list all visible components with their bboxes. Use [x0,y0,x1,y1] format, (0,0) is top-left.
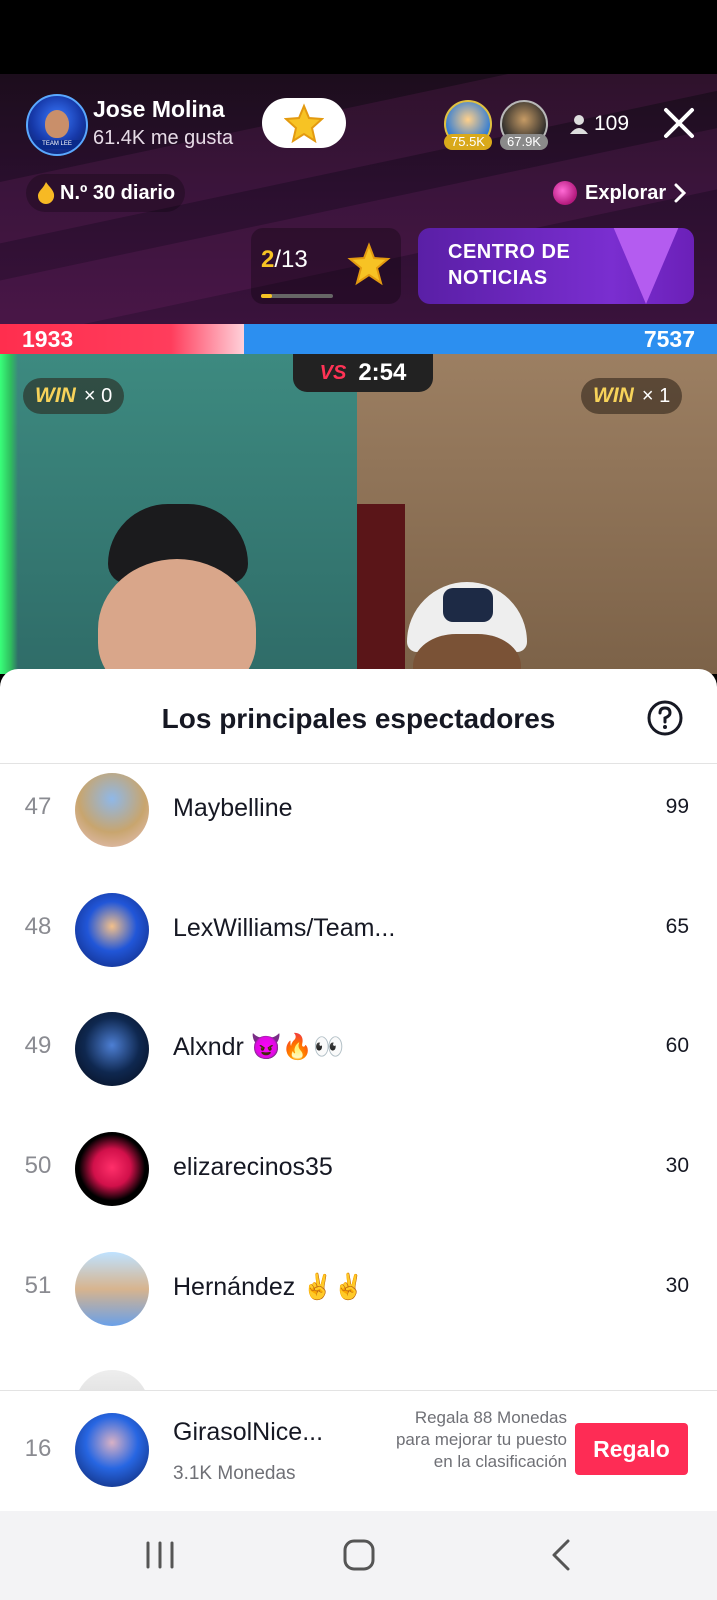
list-item-rank: 47 [24,793,52,820]
list-item[interactable]: 47 Maybelline 99 [0,770,717,850]
divider [0,763,717,764]
goal-progress-current: 2 [261,246,275,273]
list-item-name: Maybelline [173,794,293,822]
goal-progress-bar [261,294,333,298]
top-viewer-score: 75.5K [444,134,492,150]
goal-progress-total: /13 [274,246,308,273]
current-user-name: GirasolNice... [173,1418,324,1446]
viewer-count-value: 109 [594,112,630,135]
viewer-count[interactable]: 109 [570,104,629,144]
avatar[interactable] [75,1132,149,1206]
status-bar [0,0,717,74]
explore-button[interactable]: Explorar [553,174,687,212]
avatar[interactable] [75,1012,149,1086]
top-viewer-score: 67.9K [500,134,548,150]
current-user-bar: 16 GirasolNice... 3.1K Monedas Regala 88… [0,1390,717,1512]
planet-icon [553,181,577,205]
list-item[interactable]: 49 Alxndr 😈🔥👀 60 [0,1009,717,1089]
list-item-score: 99 [665,795,689,818]
chevron-right-icon [674,183,687,203]
recents-icon[interactable] [138,1533,182,1577]
neon-light [0,354,18,674]
host-avatar[interactable]: TEAM LEE [26,94,88,156]
top-viewers-sheet: Los principales espectadores 47 Maybelli… [0,669,717,1511]
news-center-text: CENTRO DE NOTICIAS [448,239,570,291]
daily-rank-badge[interactable]: N.º 30 diario [26,174,186,212]
list-item-name: LexWilliams/Team... [173,914,396,942]
win-badge-right: WIN × 1 [581,378,683,414]
battle-score-left: 1933 [22,326,74,352]
avatar[interactable] [75,1413,149,1487]
battle-timer: VS 2:54 [293,354,433,392]
list-item[interactable]: 48 LexWilliams/Team... 65 [0,890,717,970]
host-face [45,110,69,138]
flame-icon [38,182,55,204]
battle-score-right: 7537 [643,326,695,352]
list-item-score: 60 [665,1034,689,1057]
background-door [357,504,405,674]
person-icon [570,115,588,134]
news-line-1: CENTRO DE [448,241,571,263]
help-icon[interactable] [646,699,684,737]
close-icon[interactable] [660,104,698,142]
news-line-2: NOTICIAS [448,267,548,289]
gift-hint-text: Regala 88 Monedas para mejorar tu puesto… [395,1408,567,1471]
battle-score-bar: 1933 7537 [0,324,717,354]
top-viewer-2[interactable]: 67.9K [500,100,548,150]
list-item-rank: 48 [24,913,52,940]
list-item[interactable]: 50 elizarecinos35 30 [0,1129,717,1209]
avatar[interactable] [75,1252,149,1326]
explore-label: Explorar [585,181,667,204]
win-count-right: × 1 [641,384,671,407]
daily-rank-text: N.º 30 diario [60,181,176,204]
system-nav-bar [0,1511,717,1600]
list-item-rank: 49 [24,1032,52,1059]
back-icon[interactable] [540,1533,584,1577]
gift-button[interactable]: Regalo [575,1423,688,1475]
star-icon [347,242,391,286]
win-label: WIN [35,384,76,407]
news-illustration [612,228,680,304]
goal-progress-text: 2/13 [261,246,308,274]
top-viewer-1[interactable]: 75.5K [444,100,492,150]
home-icon[interactable] [337,1533,381,1577]
goal-progress-fill [261,294,272,298]
current-user-rank: 16 [24,1435,52,1462]
list-item-name: elizarecinos35 [173,1153,333,1181]
list-item-name: Hernández ✌✌ [173,1273,365,1301]
host-likes: 61.4K me gusta [93,127,234,149]
sheet-title: Los principales espectadores [161,703,556,734]
goal-progress-card[interactable]: 2/13 [251,228,401,304]
list-item-name: Alxndr 😈🔥👀 [173,1033,345,1061]
vs-icon: VS [319,361,347,384]
win-badge-left: WIN × 0 [23,378,125,414]
list-item-rank: 51 [24,1272,52,1299]
win-count-left: × 0 [83,384,113,407]
list-item-rank: 50 [24,1152,52,1179]
star-icon [284,103,324,143]
battle-timer-value: 2:54 [358,359,407,386]
list-item-score: 30 [665,1274,689,1297]
list-item[interactable]: 51 Hernández ✌✌ 30 [0,1249,717,1329]
avatar[interactable] [75,893,149,967]
avatar[interactable] [75,773,149,847]
current-user-coins: 3.1K Monedas [173,1463,296,1484]
list-item-score: 30 [665,1154,689,1177]
host-name[interactable]: Jose Molina [93,96,225,123]
host-avatar-label: TEAM LEE [30,140,84,149]
person-cap-front [443,588,493,622]
win-label: WIN [593,384,634,407]
list-item-score: 65 [665,915,689,938]
news-center-banner[interactable]: CENTRO DE NOTICIAS [418,228,694,304]
follow-button[interactable] [262,98,346,148]
